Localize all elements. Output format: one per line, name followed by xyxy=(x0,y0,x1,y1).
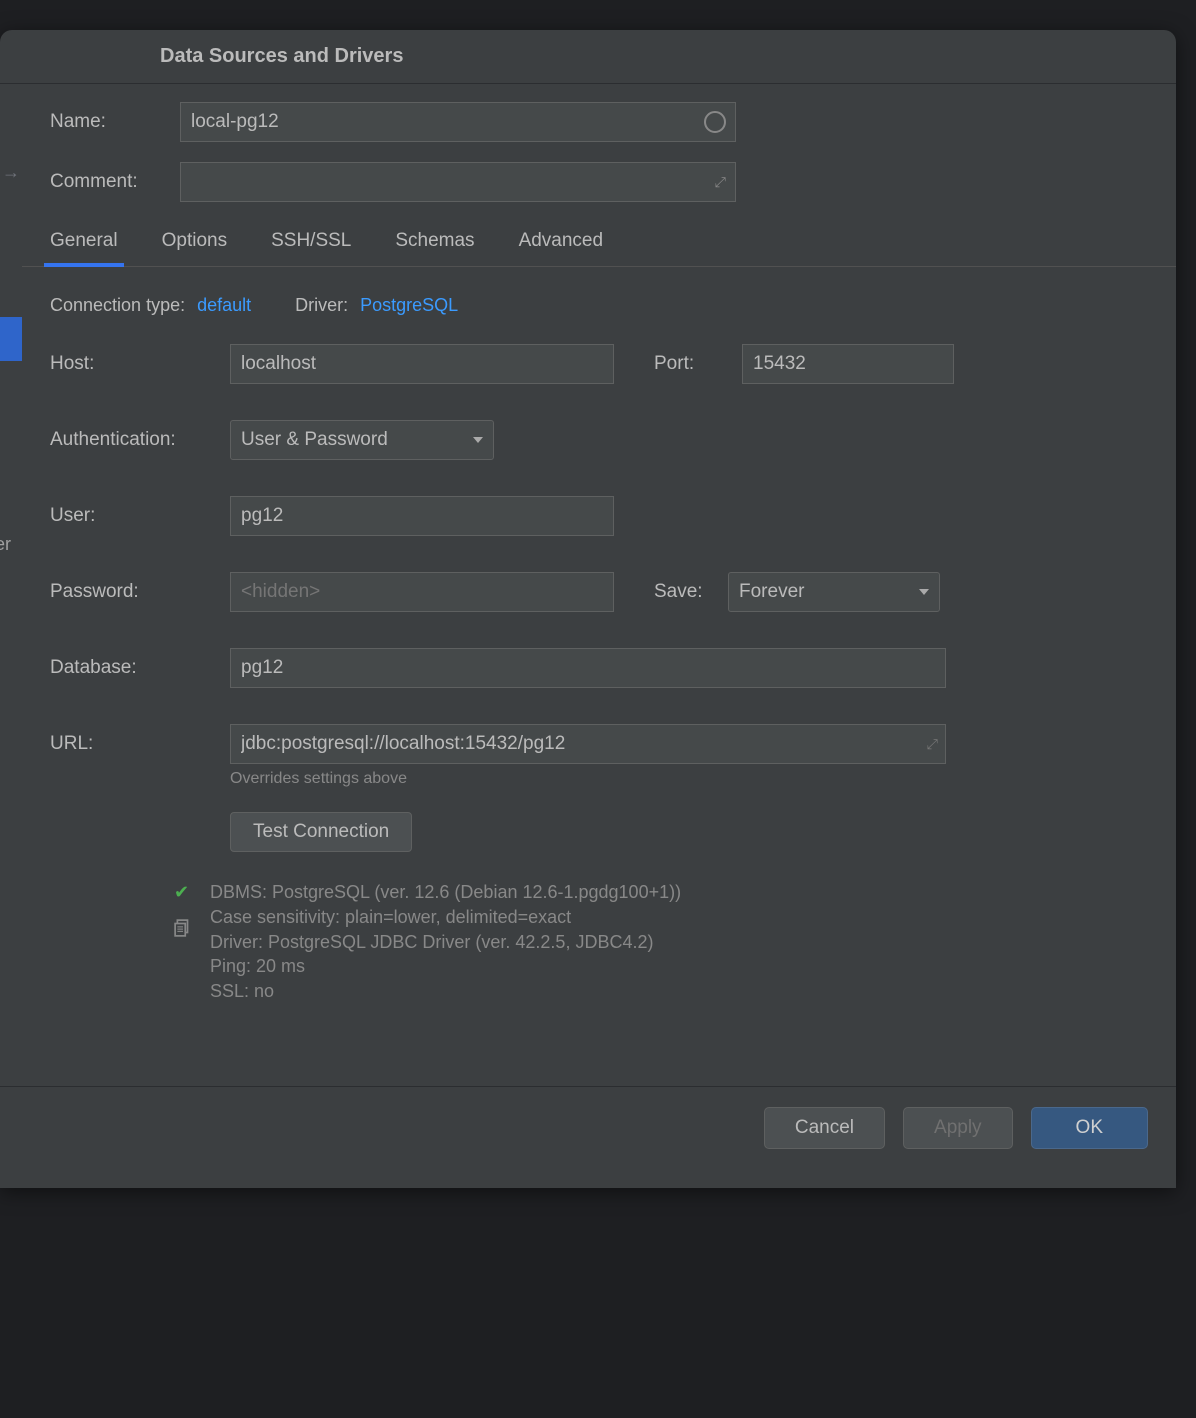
authentication-label: Authentication: xyxy=(50,429,230,451)
dialog-title: Data Sources and Drivers xyxy=(0,30,1176,84)
connection-type-link[interactable]: default xyxy=(197,295,251,316)
host-label: Host: xyxy=(50,353,230,375)
dialog-footer: Cancel Apply OK xyxy=(0,1086,1176,1168)
tabs-bar: General Options SSH/SSL Schemas Advanced xyxy=(22,222,1176,267)
content-area: Name: Comment: ⤢ General Options SSH/SSL… xyxy=(22,84,1176,1188)
left-sidebar-strip: → er xyxy=(0,84,22,1188)
port-label: Port: xyxy=(654,353,742,375)
tab-schemas[interactable]: Schemas xyxy=(395,222,474,266)
ok-button[interactable]: OK xyxy=(1031,1107,1148,1149)
status-dbms: DBMS: PostgreSQL (ver. 12.6 (Debian 12.6… xyxy=(210,880,681,905)
chevron-down-icon xyxy=(919,589,929,595)
connection-status-block: ✔ DBMS: PostgreSQL (ver. 12.6 (Debian 12… xyxy=(174,880,1148,1004)
host-input[interactable] xyxy=(230,344,614,384)
test-connection-button[interactable]: Test Connection xyxy=(230,812,412,852)
cancel-button[interactable]: Cancel xyxy=(764,1107,885,1149)
data-sources-dialog: Data Sources and Drivers → er Name: Comm… xyxy=(0,30,1176,1188)
url-label: URL: xyxy=(50,733,230,755)
url-input[interactable] xyxy=(230,724,946,764)
color-indicator-icon[interactable] xyxy=(704,111,726,133)
dialog-body: → er Name: Comment: ⤢ General xyxy=(0,84,1176,1188)
database-input[interactable] xyxy=(230,648,946,688)
save-select[interactable]: Forever xyxy=(728,572,940,612)
password-input[interactable] xyxy=(230,572,614,612)
tab-options[interactable]: Options xyxy=(162,222,227,266)
chevron-down-icon xyxy=(473,437,483,443)
comment-input[interactable] xyxy=(180,162,736,202)
tab-sshssl[interactable]: SSH/SSL xyxy=(271,222,351,266)
tab-general[interactable]: General xyxy=(50,222,118,266)
expand-icon[interactable]: ⤢ xyxy=(715,174,726,191)
password-label: Password: xyxy=(50,581,230,603)
authentication-value: User & Password xyxy=(241,429,388,451)
save-value: Forever xyxy=(739,581,804,603)
driver-label: Driver: xyxy=(295,295,348,316)
name-input[interactable] xyxy=(180,102,736,142)
name-label: Name: xyxy=(50,111,180,133)
save-label: Save: xyxy=(654,581,728,603)
status-case: Case sensitivity: plain=lower, delimited… xyxy=(210,905,681,930)
port-input[interactable] xyxy=(742,344,954,384)
driver-link[interactable]: PostgreSQL xyxy=(360,295,458,316)
authentication-select[interactable]: User & Password xyxy=(230,420,494,460)
connection-status-text: DBMS: PostgreSQL (ver. 12.6 (Debian 12.6… xyxy=(210,880,681,1004)
user-label: User: xyxy=(50,505,230,527)
comment-label: Comment: xyxy=(50,171,180,193)
status-driver: Driver: PostgreSQL JDBC Driver (ver. 42.… xyxy=(210,930,681,955)
expand-icon[interactable]: ⤢ xyxy=(927,736,938,753)
collapse-arrow-icon[interactable]: → xyxy=(2,162,20,183)
database-label: Database: xyxy=(50,657,230,679)
sidebar-selection-indicator xyxy=(0,317,22,361)
url-helper-text: Overrides settings above xyxy=(230,770,1148,788)
status-ping: Ping: 20 ms xyxy=(210,954,681,979)
check-icon: ✔ xyxy=(174,882,192,903)
status-ssl: SSL: no xyxy=(210,979,681,1004)
user-input[interactable] xyxy=(230,496,614,536)
apply-button[interactable]: Apply xyxy=(903,1107,1013,1149)
tab-advanced[interactable]: Advanced xyxy=(519,222,604,266)
copy-icon[interactable] xyxy=(174,919,192,942)
connection-type-label: Connection type: xyxy=(50,295,185,316)
